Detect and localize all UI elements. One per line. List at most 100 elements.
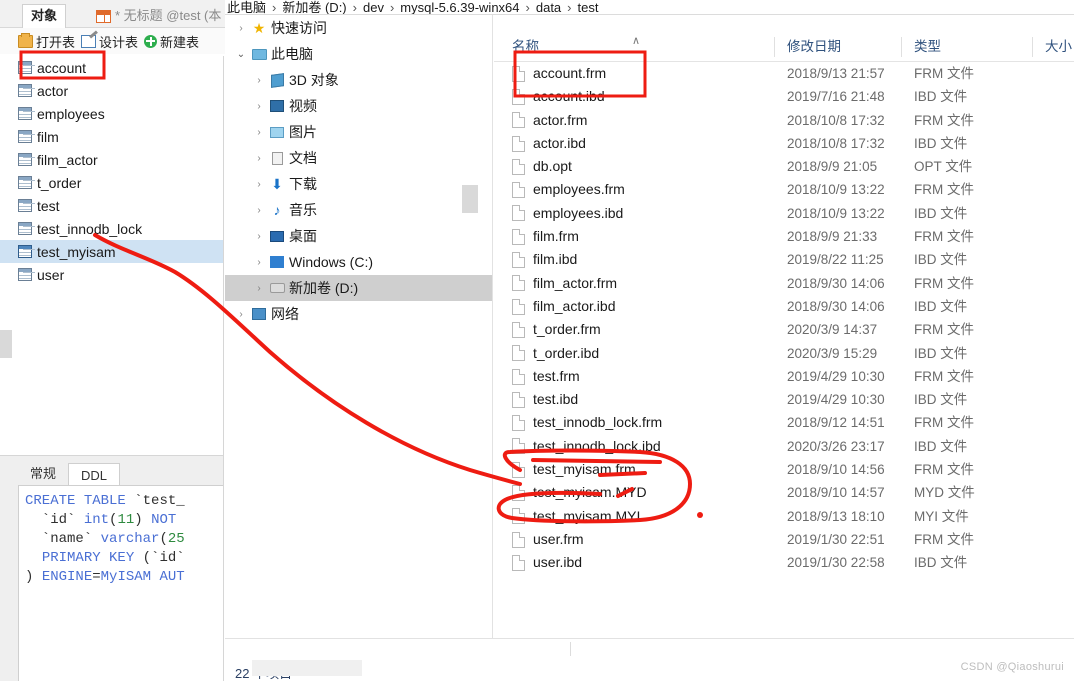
file-row[interactable]: t_order.ibd 2020/3/9 15:29 IBD 文件	[494, 342, 1074, 365]
table-list-item[interactable]: film_actor	[0, 148, 223, 171]
file-name-cell[interactable]: test_myisam.MYI	[512, 505, 640, 528]
tab-objects[interactable]: 对象	[22, 4, 67, 28]
file-name-cell[interactable]: employees.ibd	[512, 202, 623, 225]
file-name-cell[interactable]: account.frm	[512, 62, 606, 85]
file-name-cell[interactable]: actor.ibd	[512, 132, 586, 155]
nav-tree-splitter-handle[interactable]	[462, 185, 478, 213]
file-row[interactable]: actor.frm 2018/10/8 17:32 FRM 文件	[494, 109, 1074, 132]
chevron-right-icon[interactable]: ›	[233, 23, 249, 34]
file-name-cell[interactable]: account.ibd	[512, 85, 605, 108]
chevron-right-icon[interactable]: ›	[251, 127, 267, 138]
table-list-item[interactable]: film	[0, 125, 223, 148]
column-header[interactable]: 修改日期	[787, 33, 841, 61]
file-row[interactable]: test_innodb_lock.ibd 2020/3/26 23:17 IBD 文…	[494, 435, 1074, 458]
navigation-tree[interactable]: › ★ 快速访问 ⌄ 此电脑 › 3D 对象 › 视频 › 图片 › 文档 › ⬇ 下载 › ♪ 音乐 › 桌面 › Win…	[225, 15, 493, 655]
chevron-right-icon[interactable]: ›	[251, 153, 267, 164]
breadcrumb-item[interactable]: mysql-5.6.39-winx64	[400, 0, 519, 14]
address-bar[interactable]: 此电脑 › 新加卷 (D:) › dev › mysql-5.6.39-winx64 › dat…	[225, 0, 1074, 14]
column-divider[interactable]	[774, 37, 775, 57]
tree-item-11[interactable]: › 网络	[225, 301, 492, 327]
chevron-down-icon[interactable]: ⌄	[233, 49, 249, 60]
design-table-button[interactable]: 设计表	[81, 32, 138, 51]
table-list-item[interactable]: test_myisam	[0, 240, 223, 263]
chevron-right-icon[interactable]: ›	[251, 283, 267, 294]
file-row[interactable]: film_actor.ibd 2018/9/30 14:06 IBD 文件	[494, 295, 1074, 318]
file-name-cell[interactable]: film_actor.ibd	[512, 295, 615, 318]
tree-item-0[interactable]: › ★ 快速访问	[225, 15, 492, 41]
ddl-code-view[interactable]: CREATE TABLE `test_ `id` int(11) NOT `na…	[18, 485, 223, 681]
table-list-item[interactable]: account	[0, 56, 223, 79]
file-name-cell[interactable]: film.frm	[512, 225, 579, 248]
column-header[interactable]: 类型	[914, 33, 941, 61]
file-name-cell[interactable]: employees.frm	[512, 178, 625, 201]
file-name-cell[interactable]: actor.frm	[512, 109, 587, 132]
tab-untitled-query[interactable]: * 无标题 @test (本	[88, 4, 225, 28]
tree-item-3[interactable]: › 视频	[225, 93, 492, 119]
file-name-cell[interactable]: user.ibd	[512, 551, 582, 574]
file-row[interactable]: account.ibd 2019/7/16 21:48 IBD 文件	[494, 85, 1074, 108]
chevron-right-icon[interactable]: ›	[251, 205, 267, 216]
file-name-cell[interactable]: user.frm	[512, 528, 584, 551]
file-row[interactable]: account.frm 2018/9/13 21:57 FRM 文件	[494, 62, 1074, 85]
breadcrumb-item[interactable]: 新加卷 (D:)	[282, 0, 346, 14]
breadcrumb-item[interactable]: test	[578, 0, 599, 14]
column-header[interactable]: 大小	[1045, 33, 1072, 61]
left-splitter-handle[interactable]	[0, 330, 12, 358]
breadcrumb-item[interactable]: 此电脑	[227, 0, 266, 14]
breadcrumb-item[interactable]: data	[536, 0, 561, 14]
file-row[interactable]: film.ibd 2019/8/22 11:25 IBD 文件	[494, 248, 1074, 271]
tree-item-6[interactable]: › ⬇ 下载	[225, 171, 492, 197]
file-name-cell[interactable]: test_innodb_lock.frm	[512, 411, 662, 434]
detail-tab-ddl[interactable]: DDL	[68, 463, 121, 486]
tree-item-9[interactable]: › Windows (C:)	[225, 249, 492, 275]
file-row[interactable]: test_myisam.frm 2018/9/10 14:56 FRM 文件	[494, 458, 1074, 481]
file-row[interactable]: actor.ibd 2018/10/8 17:32 IBD 文件	[494, 132, 1074, 155]
tree-item-2[interactable]: › 3D 对象	[225, 67, 492, 93]
table-list-item[interactable]: test	[0, 194, 223, 217]
file-row[interactable]: employees.ibd 2018/10/9 13:22 IBD 文件	[494, 202, 1074, 225]
table-list-item[interactable]: test_innodb_lock	[0, 217, 223, 240]
chevron-right-icon[interactable]: ›	[251, 257, 267, 268]
chevron-right-icon[interactable]: ›	[251, 231, 267, 242]
chevron-right-icon[interactable]: ›	[233, 309, 249, 320]
file-row[interactable]: test_innodb_lock.frm 2018/9/12 14:51 FRM 文…	[494, 411, 1074, 434]
file-row[interactable]: t_order.frm 2020/3/9 14:37 FRM 文件	[494, 318, 1074, 341]
tree-item-5[interactable]: › 文档	[225, 145, 492, 171]
file-row[interactable]: employees.frm 2018/10/9 13:22 FRM 文件	[494, 178, 1074, 201]
column-divider[interactable]	[901, 37, 902, 57]
table-list-item[interactable]: actor	[0, 79, 223, 102]
file-row[interactable]: user.frm 2019/1/30 22:51 FRM 文件	[494, 528, 1074, 551]
new-table-button[interactable]: 新建表	[144, 32, 199, 51]
file-rows[interactable]: account.frm 2018/9/13 21:57 FRM 文件 account.…	[494, 62, 1074, 602]
chevron-right-icon[interactable]: ›	[251, 179, 267, 190]
file-name-cell[interactable]: db.opt	[512, 155, 572, 178]
file-name-cell[interactable]: test.ibd	[512, 388, 578, 411]
table-list[interactable]: account actor employees film film_actor t_ord…	[0, 56, 224, 466]
table-list-item[interactable]: user	[0, 263, 223, 286]
chevron-right-icon[interactable]: ›	[251, 75, 267, 86]
file-name-cell[interactable]: film_actor.frm	[512, 272, 617, 295]
file-name-cell[interactable]: t_order.frm	[512, 318, 601, 341]
breadcrumb-item[interactable]: dev	[363, 0, 384, 14]
chevron-right-icon[interactable]: ›	[251, 101, 267, 112]
tree-item-1[interactable]: ⌄ 此电脑	[225, 41, 492, 67]
tree-item-7[interactable]: › ♪ 音乐	[225, 197, 492, 223]
file-name-cell[interactable]: t_order.ibd	[512, 342, 599, 365]
column-header-row[interactable]: 名称 ∧ 修改日期 类型 大小	[494, 33, 1074, 61]
file-name-cell[interactable]: test_innodb_lock.ibd	[512, 435, 661, 458]
file-row[interactable]: user.ibd 2019/1/30 22:58 IBD 文件	[494, 551, 1074, 574]
tree-item-8[interactable]: › 桌面	[225, 223, 492, 249]
file-row[interactable]: film_actor.frm 2018/9/30 14:06 FRM 文件	[494, 272, 1074, 295]
file-name-cell[interactable]: test_myisam.frm	[512, 458, 636, 481]
file-name-cell[interactable]: film.ibd	[512, 248, 577, 271]
file-name-cell[interactable]: test.frm	[512, 365, 580, 388]
column-header[interactable]: 名称	[512, 33, 539, 61]
file-row[interactable]: test.ibd 2019/4/29 10:30 IBD 文件	[494, 388, 1074, 411]
breadcrumb[interactable]: 此电脑 › 新加卷 (D:) › dev › mysql-5.6.39-winx64 › dat…	[227, 0, 598, 14]
file-row[interactable]: test_myisam.MYI 2018/9/13 18:10 MYI 文件	[494, 505, 1074, 528]
file-row[interactable]: db.opt 2018/9/9 21:05 OPT 文件	[494, 155, 1074, 178]
table-list-item[interactable]: employees	[0, 102, 223, 125]
file-row[interactable]: test.frm 2019/4/29 10:30 FRM 文件	[494, 365, 1074, 388]
open-table-button[interactable]: 打开表	[18, 32, 75, 51]
file-row[interactable]: film.frm 2018/9/9 21:33 FRM 文件	[494, 225, 1074, 248]
